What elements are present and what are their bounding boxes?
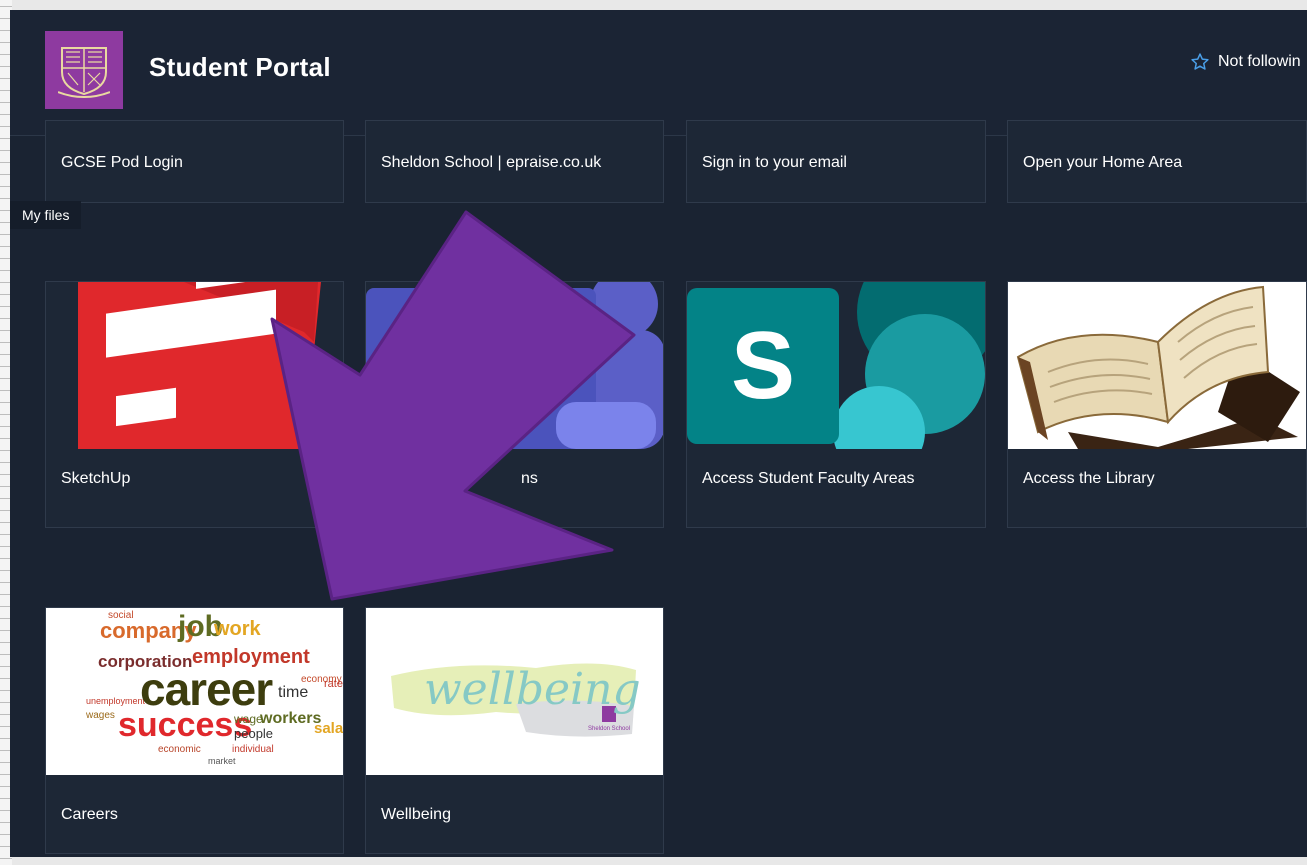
- follow-label: Not followin: [1218, 53, 1301, 70]
- quick-link-wellbeing[interactable]: wellbeing Sheldon School Wellbeing: [365, 607, 664, 854]
- portal-window: Student Portal Not followin My files GCS…: [10, 10, 1307, 857]
- sharepoint-logo-icon: S: [687, 282, 985, 449]
- site-header: Student Portal Not followin: [10, 10, 1307, 136]
- my-files-tooltip: My files: [10, 201, 82, 229]
- quick-link-gcse-pod[interactable]: GCSE Pod Login: [45, 120, 344, 203]
- quick-link-email[interactable]: Sign in to your email: [686, 120, 986, 203]
- open-book-image-icon: [1008, 282, 1306, 449]
- follow-button[interactable]: Not followin: [1190, 52, 1301, 72]
- quick-link-label: Careers: [61, 806, 118, 823]
- quick-link-label: Sign in to your email: [702, 154, 847, 171]
- quick-link-label: Sheldon School | epraise.co.uk: [381, 154, 602, 171]
- quick-link-library[interactable]: Access the Library: [1007, 281, 1307, 528]
- sketchup-logo-icon: [46, 282, 343, 449]
- quick-link-epraise[interactable]: Sheldon School | epraise.co.uk: [365, 120, 664, 203]
- quick-link-label: Access Student Faculty Areas: [702, 470, 915, 487]
- quick-link-teams[interactable]: ns: [365, 281, 664, 528]
- quick-link-faculty-areas[interactable]: S Access Student Faculty Areas: [686, 281, 986, 528]
- star-icon: [1191, 53, 1209, 70]
- quick-link-label: GCSE Pod Login: [61, 154, 183, 171]
- quick-link-label: ns: [521, 470, 538, 487]
- quick-link-label: SketchUp: [61, 470, 131, 487]
- quick-link-label: Wellbeing: [381, 806, 451, 823]
- wellbeing-banner-icon: wellbeing Sheldon School: [366, 608, 663, 775]
- quick-link-label: Open your Home Area: [1023, 154, 1183, 171]
- quick-link-label: Access the Library: [1023, 470, 1155, 487]
- teams-logo-icon: [366, 282, 663, 449]
- quick-link-sketchup[interactable]: SketchUp: [45, 281, 344, 528]
- quick-link-home-area[interactable]: Open your Home Area: [1007, 120, 1307, 203]
- quick-link-careers[interactable]: social company job work corporation empl…: [45, 607, 344, 854]
- crest-icon: [58, 47, 110, 98]
- career-word-cloud-icon: social company job work corporation empl…: [46, 608, 343, 775]
- site-title: Student Portal: [149, 52, 331, 82]
- sharepoint-letter: S: [730, 312, 796, 419]
- school-crest-logo[interactable]: [45, 31, 123, 109]
